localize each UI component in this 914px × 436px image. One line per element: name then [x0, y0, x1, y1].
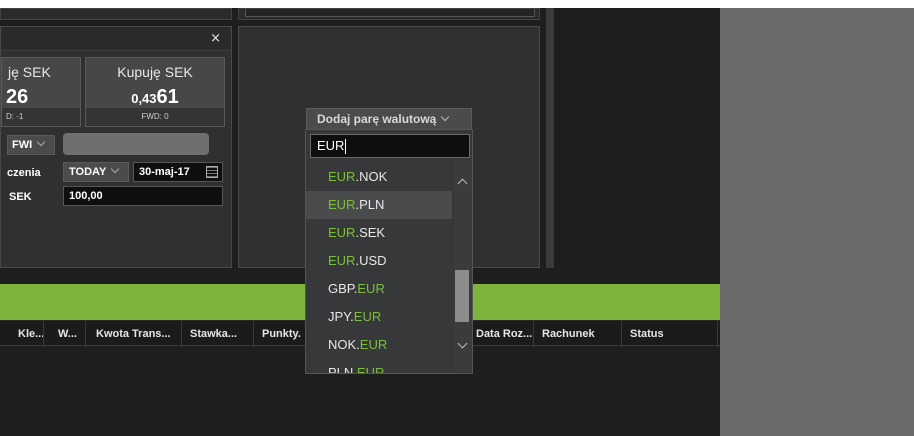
- currency-pair-option[interactable]: NOK.EUR: [306, 331, 452, 359]
- currency-pair-option[interactable]: JPY.EUR: [306, 303, 452, 331]
- currency-pair-list: EUR.NOK EUR.PLN EUR.SEK EUR.USD GBP.EUR JPY.E…: [306, 163, 452, 374]
- column-header[interactable]: W...: [52, 321, 86, 347]
- add-currency-pair-button[interactable]: Dodaj parę walutową: [306, 108, 472, 130]
- date-field[interactable]: 30-maj-17: [133, 162, 223, 182]
- currency-search-input[interactable]: EUR: [310, 134, 470, 158]
- today-label: TODAY: [69, 166, 107, 178]
- pair-match-highlight: EUR: [353, 309, 382, 324]
- column-header[interactable]: Rachunek: [536, 321, 622, 347]
- pair-part: PLN.: [328, 365, 357, 374]
- pair-match-highlight: EUR: [328, 197, 356, 212]
- pair-part: GBP.: [328, 281, 358, 296]
- column-header[interactable]: Stawka...: [184, 321, 254, 347]
- scroll-up-icon[interactable]: [457, 178, 468, 189]
- buy-fwd-label: FWD:: [141, 112, 162, 121]
- pair-part: .NOK: [355, 169, 388, 184]
- scrollbar-thumb[interactable]: [455, 270, 469, 322]
- date-value: 30-maj-17: [139, 166, 190, 178]
- buy-price-big: 61: [156, 86, 179, 108]
- currency-pair-option[interactable]: EUR.PLN: [306, 191, 452, 219]
- fwd-label: FWI: [12, 139, 33, 151]
- currency-pair-option[interactable]: EUR.NOK: [306, 163, 452, 191]
- column-header[interactable]: Kle...: [12, 321, 44, 347]
- buy-label: Kupuję SEK: [117, 64, 193, 80]
- column-header[interactable]: Data Roz...: [470, 321, 534, 347]
- pair-match-highlight: EUR: [357, 281, 385, 296]
- pair-part: .USD: [355, 253, 387, 268]
- currency-pair-option[interactable]: PLN.EUR: [306, 359, 452, 374]
- pair-match-highlight: EUR: [328, 169, 356, 184]
- sell-label: ję SEK: [8, 64, 51, 80]
- tile-header: ×: [1, 27, 231, 51]
- calendar-icon[interactable]: [206, 166, 218, 178]
- settlement-label: czenia: [7, 167, 41, 179]
- pair-part: .PLN: [355, 197, 385, 212]
- scroll-down-icon[interactable]: [457, 338, 468, 349]
- pair-part: JPY.: [328, 309, 354, 324]
- pair-part: .SEK: [355, 225, 386, 240]
- app: × ję SEK 26 D: -1 Kupuję SEK 0,4361 FWD:…: [0, 0, 914, 436]
- right-gray-panel: [720, 8, 914, 436]
- top-strip-left: [0, 8, 232, 20]
- amount-input[interactable]: 100,00: [63, 186, 223, 206]
- column-header[interactable]: Punkty.: [256, 321, 306, 347]
- sell-price: 26: [6, 86, 29, 108]
- pair-match-highlight: EUR: [359, 337, 388, 352]
- fwd-dropdown[interactable]: FWI: [7, 135, 55, 155]
- today-dropdown[interactable]: TODAY: [63, 162, 129, 182]
- search-value: EUR: [317, 138, 345, 153]
- amount-value: 100,00: [69, 190, 103, 202]
- pair-part: NOK.: [328, 337, 360, 352]
- chevron-down-icon: [111, 164, 120, 174]
- scrollbar[interactable]: [454, 160, 472, 373]
- column-header[interactable]: Kwota Trans...: [90, 321, 182, 347]
- currency-pair-option[interactable]: EUR.USD: [306, 247, 452, 275]
- currency-pair-option[interactable]: EUR.SEK: [306, 219, 452, 247]
- top-strip-inner: [245, 9, 535, 17]
- pair-match-highlight: EUR: [328, 225, 356, 240]
- pair-match-highlight: EUR: [356, 365, 385, 374]
- trading-tile: × ję SEK 26 D: -1 Kupuję SEK 0,4361 FWD:…: [0, 26, 232, 268]
- column-header[interactable]: Status: [624, 321, 718, 347]
- add-pair-label: Dodaj parę walutową: [317, 112, 437, 126]
- currency-pair-dropdown: EUR EUR.NOK EUR.PLN EUR.SEK EUR.USD GBP.EUR J…: [305, 129, 473, 374]
- chevron-down-icon: [441, 112, 450, 122]
- top-strip-mid: [238, 8, 540, 20]
- sell-quote-button[interactable]: ję SEK 26 D: -1: [1, 57, 81, 127]
- buy-fwd-value: 0: [164, 112, 169, 121]
- currency-pair-option[interactable]: GBP.EUR: [306, 275, 452, 303]
- separator: [546, 8, 554, 268]
- sell-fwd: D: -1: [2, 108, 80, 126]
- text-caret: [345, 139, 347, 155]
- buy-quote-button[interactable]: Kupuję SEK 0,4361 FWD: 0: [85, 57, 225, 127]
- product-field[interactable]: [63, 133, 209, 155]
- buy-fwd: FWD: 0: [86, 108, 224, 126]
- close-icon[interactable]: ×: [210, 31, 221, 46]
- chevron-down-icon: [36, 137, 46, 147]
- pair-match-highlight: EUR: [328, 253, 356, 268]
- buy-price-small: 0,43: [131, 91, 157, 106]
- amount-currency-label: SEK: [9, 191, 32, 203]
- buy-price: 0,4361: [86, 86, 224, 109]
